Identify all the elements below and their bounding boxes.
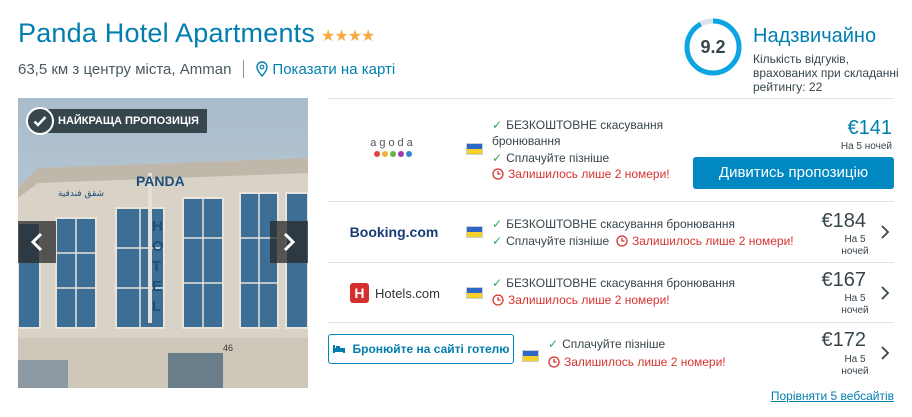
chevron-right-icon [283,232,296,252]
partner-name: agoda [370,137,416,149]
free-cancellation-feature: ✓ БЕЗКОШТОВНЕ скасування бронювання [492,276,735,290]
free-cancellation-feature: ✓ БЕЗКОШТОВНЕ скасування бронювання [492,217,735,231]
nights-label: На 5 ночей [841,234,869,257]
clock-icon [492,168,504,180]
map-pin-icon [256,61,269,77]
divider [243,60,245,78]
hotels-com-logo[interactable]: H Hotels.com [350,281,440,305]
partner-name: Booking.com [349,224,439,240]
offer-row[interactable]: Бронюйте на сайті готелю ✓ Сплачуйте пізн… [328,322,894,386]
star-rating: ★★★★ [321,28,375,45]
check-icon: ✓ [548,337,559,351]
offer-row[interactable]: H Hotels.com ✓ БЕЗКОШТОВНЕ скасування бро… [328,262,894,322]
svg-text:H: H [152,218,163,235]
offer-price: €184 [821,210,867,232]
rooms-left-warning: Залишилось лише 2 номери! [492,292,670,308]
hotel-name[interactable]: Panda Hotel Apartments [18,18,315,49]
rating-label: Надзвичайно [753,25,877,47]
hotel-site-label: Бронюйте на сайті готелю [352,342,510,356]
nights-label: На 5 ночей [841,293,869,316]
previous-photo-button[interactable] [18,221,56,263]
check-icon: ✓ [492,234,503,248]
best-deal-label: НАЙКРАЩА ПРОПОЗИЦІЯ [44,109,207,133]
clock-icon [548,356,560,368]
offer-price: €167 [821,269,867,291]
hotel-photo[interactable]: PANDA شقق فندقية HOTEL 46 НАЙКРАЩА ПРОПО… [18,98,308,388]
map-link-label: Показати на карті [272,60,396,78]
nights-label: На 5 ночей [840,141,892,152]
check-icon: ✓ [492,217,503,231]
ukraine-flag-icon [466,226,483,238]
chevron-right-icon[interactable] [880,285,890,301]
hotels-h-icon: H [350,283,369,303]
best-deal-badge: НАЙКРАЩА ПРОПОЗИЦІЯ [26,107,207,135]
check-icon: ✓ [492,118,503,132]
agoda-logo[interactable]: agoda [348,129,438,165]
chevron-left-icon [30,232,43,252]
rooms-left-warning: Залишилось лише 2 номери! [548,354,726,370]
offer-row[interactable]: Booking.com ✓ БЕЗКОШТОВНЕ скасування брон… [328,201,894,262]
ukraine-flag-icon [466,287,483,299]
book-on-hotel-site-button[interactable]: Бронюйте на сайті готелю [328,334,514,364]
sign-panda-text: PANDA [136,173,185,189]
agoda-dots [374,151,412,157]
check-icon: ✓ [492,276,503,290]
check-icon [26,107,54,135]
chevron-right-icon[interactable] [880,345,890,361]
svg-text:L: L [152,298,161,315]
svg-text:O: O [152,238,164,255]
pay-later-feature: ✓ Сплачуйте пізніше [548,337,666,351]
svg-text:E: E [152,278,162,295]
rooms-left-warning: Залишилось лише 2 номери! [616,233,794,249]
location-row: 63,5 км з центру міста, Amman Показати н… [18,60,395,78]
ukraine-flag-icon [466,143,483,155]
clock-icon [616,235,628,247]
pay-later-feature: ✓ Сплачуйте пізніше [492,234,610,248]
offer-price: €172 [821,329,867,351]
show-on-map-link[interactable]: Показати на карті [256,61,395,78]
free-cancellation-feature: ✓ БЕЗКОШТОВНЕ скасування бронювання [492,118,664,148]
compare-websites-link[interactable]: Порівняти 5 вебсайтів [771,389,894,403]
rating-score: 9.2 [700,37,726,57]
next-photo-button[interactable] [270,221,308,263]
distance-text: 63,5 км з центру міста, Amman [18,60,232,78]
offer-row[interactable]: agoda ✓ БЕЗКОШТОВНЕ скасування бронювання… [328,98,894,201]
bed-icon [333,345,346,353]
booking-logo[interactable]: Booking.com [346,220,442,244]
svg-text:T: T [152,258,161,275]
nights-label: На 5 ночей [841,354,869,377]
rooms-left-warning: Залишилось лише 2 номери! [492,166,670,182]
view-deal-button[interactable]: Дивитись пропозицію [693,157,894,189]
pay-later-feature: ✓ Сплачуйте пізніше [492,151,610,165]
clock-icon [492,294,504,306]
door-number-text: 46 [223,343,233,353]
offer-price: €141 [847,117,893,139]
sign-arabic-text: شقق فندقية [58,189,104,199]
ukraine-flag-icon [522,350,539,362]
chevron-right-icon[interactable] [880,224,890,240]
hotel-building-image: PANDA شقق فندقية HOTEL 46 [18,98,308,388]
offers-list: agoda ✓ БЕЗКОШТОВНЕ скасування бронювання… [328,98,894,386]
review-count-text: Кількість відгуків, врахованих при склад… [753,52,899,94]
check-icon: ✓ [492,151,503,165]
partner-name: Hotels.com [374,285,440,301]
